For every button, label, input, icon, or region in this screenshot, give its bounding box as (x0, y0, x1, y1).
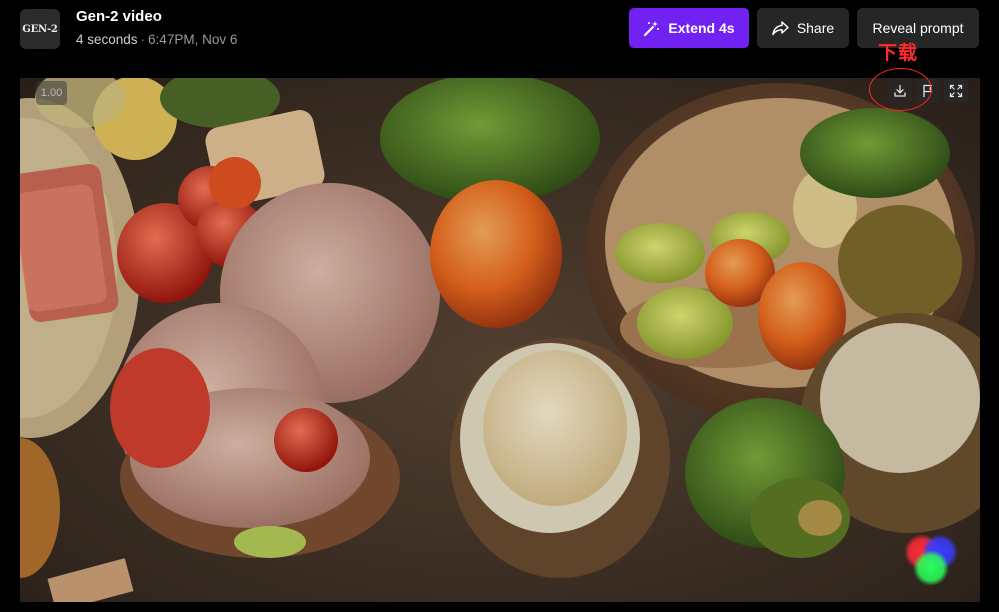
playback-speed[interactable]: 1.00 (36, 81, 67, 105)
share-button[interactable]: Share (757, 8, 849, 48)
share-label: Share (796, 20, 835, 36)
download-annotation-label: 下载 (878, 42, 919, 64)
extend-label: Extend 4s (668, 20, 735, 36)
fullscreen-button[interactable] (944, 79, 968, 103)
share-icon (772, 20, 789, 35)
fullscreen-icon (949, 84, 963, 98)
download-button[interactable] (888, 79, 912, 103)
magic-wand-icon (644, 20, 660, 36)
video-player[interactable] (20, 78, 980, 602)
video-title: Gen-2 video (76, 8, 162, 25)
reveal-prompt-label: Reveal prompt (872, 20, 964, 36)
gen2-logo: GEN-2 (20, 9, 60, 49)
flag-icon (923, 84, 933, 97)
rgb-logo-icon (904, 534, 958, 586)
download-icon (894, 84, 906, 97)
meta-separator: · (140, 32, 146, 47)
extend-button[interactable]: Extend 4s (629, 8, 749, 48)
video-header: GEN-2 Gen-2 video 4 seconds · 6:47PM, Nov … (0, 0, 999, 62)
video-duration: 4 seconds (76, 32, 138, 47)
video-meta: 4 seconds · 6:47PM, Nov 6 (76, 32, 237, 47)
video-frame (20, 78, 980, 602)
flag-button[interactable] (916, 79, 940, 103)
video-timestamp: 6:47PM, Nov 6 (148, 32, 238, 47)
